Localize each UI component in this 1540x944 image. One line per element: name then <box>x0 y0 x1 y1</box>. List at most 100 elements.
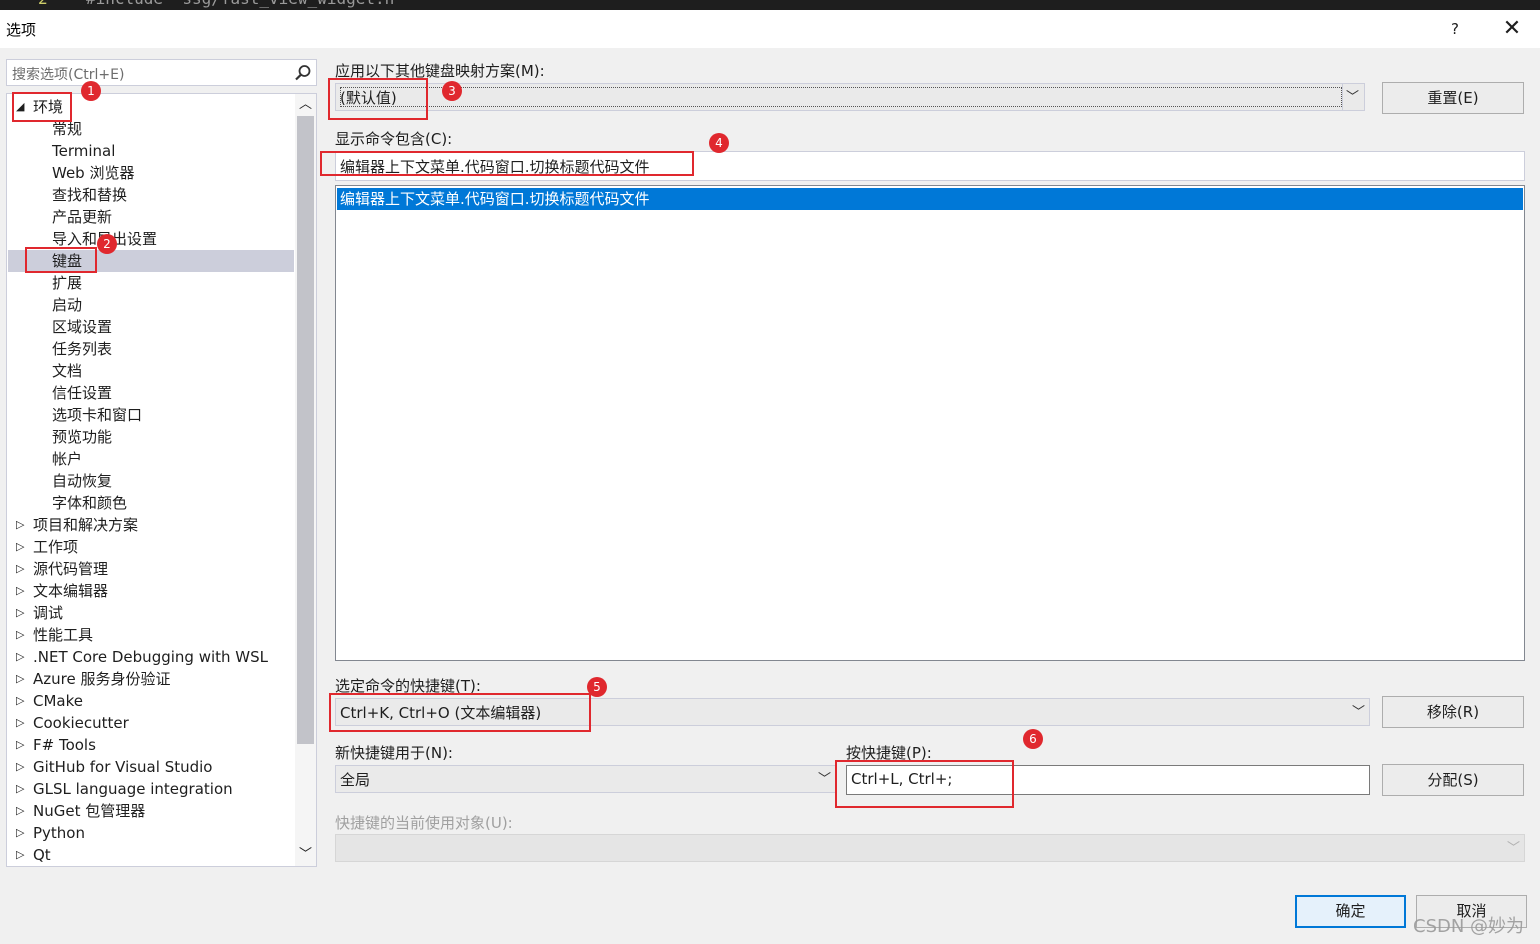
tree-item-root[interactable]: ▷ GLSL language integration <box>8 778 294 800</box>
tree-item-child[interactable]: 预览功能 <box>8 426 294 448</box>
tree-item-label: 调试 <box>33 604 64 622</box>
collapsed-triangle-icon[interactable]: ▷ <box>16 558 28 580</box>
show-commands-input[interactable]: 编辑器上下文菜单.代码窗口.切换标题代码文件 <box>335 151 1525 181</box>
assign-button[interactable]: 分配(S) <box>1382 764 1524 796</box>
press-keys-input[interactable]: Ctrl+L, Ctrl+; <box>846 765 1370 795</box>
tree-item-root[interactable]: ▷ 工作项 <box>8 536 294 558</box>
tree-item-root[interactable]: ▷ GitHub for Visual Studio <box>8 756 294 778</box>
chevron-down-icon: ﹀ <box>1345 90 1359 105</box>
mapping-dropdown-arrow[interactable]: ﹀ <box>1342 84 1364 110</box>
tree-item-label: 文本编辑器 <box>33 582 109 600</box>
collapsed-triangle-icon[interactable]: ▷ <box>16 668 28 690</box>
annotation-marker-3: 3 <box>442 81 462 101</box>
tree-item-root[interactable]: ▷ .NET Core Debugging with WSL <box>8 646 294 668</box>
tree-item-root[interactable]: ▷ F# Tools <box>8 734 294 756</box>
tree-item-root[interactable]: ▷ 源代码管理 <box>8 558 294 580</box>
currently-used-label: 快捷键的当前使用对象(U): <box>335 814 513 832</box>
tree-item-child[interactable]: 查找和替换 <box>8 184 294 206</box>
close-button[interactable]: ✕ <box>1494 16 1530 42</box>
scroll-thumb[interactable] <box>297 116 314 744</box>
tree-item-root[interactable]: ▷ 项目和解决方案 <box>8 514 294 536</box>
tree-item-label: 启动 <box>52 296 83 314</box>
tree-item-child[interactable]: Web 浏览器 <box>8 162 294 184</box>
tree-item-child[interactable]: 区域设置 <box>8 316 294 338</box>
collapsed-triangle-icon[interactable]: ▷ <box>16 690 28 712</box>
annotation-marker-5: 5 <box>587 677 607 697</box>
tree-item-label: 常规 <box>52 120 83 138</box>
options-tree[interactable]: ◢ 环境常规 Terminal Web 浏览器查找和替换产品更新导入和导出设置键盘扩展… <box>6 93 317 867</box>
command-list-item[interactable]: 编辑器上下文菜单.代码窗口.切换标题代码文件 <box>337 188 1523 210</box>
help-button[interactable]: ? <box>1440 20 1470 40</box>
tree-item-label: Azure 服务身份验证 <box>33 670 171 688</box>
tree-item-label: NuGet 包管理器 <box>33 802 146 820</box>
chevron-down-icon: ﹀ <box>817 772 831 787</box>
currently-used-dropdown: ﹀ <box>335 834 1525 862</box>
tree-item-child[interactable]: 信任设置 <box>8 382 294 404</box>
tree-item-root[interactable]: ▷ Azure 服务身份验证 <box>8 668 294 690</box>
tree-item-label: 查找和替换 <box>52 186 128 204</box>
tree-item-label: 选项卡和窗口 <box>52 406 143 424</box>
tree-item-child[interactable]: Terminal <box>8 140 294 162</box>
scroll-down-icon[interactable]: ﹀ <box>295 844 316 866</box>
chevron-down-icon: ﹀ <box>1506 841 1520 856</box>
collapsed-triangle-icon[interactable]: ▷ <box>16 756 28 778</box>
scroll-up-icon[interactable]: ︿ <box>295 94 316 116</box>
tree-item-child[interactable]: 产品更新 <box>8 206 294 228</box>
tree-item-label: 预览功能 <box>52 428 113 446</box>
collapsed-triangle-icon[interactable]: ▷ <box>16 646 28 668</box>
tree-item-root[interactable]: ▷ 性能工具 <box>8 624 294 646</box>
tree-item-root[interactable]: ▷ 调试 <box>8 602 294 624</box>
use-in-label: 新快捷键用于(N): <box>335 744 453 762</box>
remove-button[interactable]: 移除(R) <box>1382 696 1524 728</box>
collapsed-triangle-icon[interactable]: ▷ <box>16 580 28 602</box>
tree-item-child[interactable]: 帐户 <box>8 448 294 470</box>
tree-item-root[interactable]: ▷ CMake <box>8 690 294 712</box>
tree-item-label: F# Tools <box>33 736 96 754</box>
tree-item-label: GLSL language integration <box>33 780 233 798</box>
tree-item-root[interactable]: ▷ Cookiecutter <box>8 712 294 734</box>
tree-item-child[interactable]: 扩展 <box>8 272 294 294</box>
collapsed-triangle-icon[interactable]: ▷ <box>16 800 28 822</box>
tree-item-root[interactable]: ▷ NuGet 包管理器 <box>8 800 294 822</box>
tree-item-root-expanded[interactable]: ◢ 环境 <box>8 96 294 118</box>
collapsed-triangle-icon[interactable]: ▷ <box>16 844 28 866</box>
tree-item-label: 项目和解决方案 <box>33 516 139 534</box>
tree-item-child[interactable]: 选项卡和窗口 <box>8 404 294 426</box>
use-in-dropdown[interactable]: 全局 ﹀ <box>335 765 836 793</box>
search-input[interactable]: 搜索选项(Ctrl+E) <box>6 59 317 86</box>
tree-item-root[interactable]: ▷ Qt <box>8 844 294 866</box>
tree-item-root[interactable]: ▷ 文本编辑器 <box>8 580 294 602</box>
tree-item-child[interactable]: 文档 <box>8 360 294 382</box>
tree-item-child[interactable]: 导入和导出设置 <box>8 228 294 250</box>
tree-item-child[interactable]: 键盘 <box>8 250 294 272</box>
mapping-scheme-dropdown[interactable]: (默认值) ﹀ <box>335 83 1365 111</box>
shortcuts-dropdown[interactable]: Ctrl+K, Ctrl+O (文本编辑器) ﹀ <box>335 698 1370 726</box>
tree-item-child[interactable]: 常规 <box>8 118 294 140</box>
tree-item-child[interactable]: 任务列表 <box>8 338 294 360</box>
search-icon[interactable] <box>293 63 313 83</box>
tree-item-label: 任务列表 <box>52 340 113 358</box>
tree-item-label: Python <box>33 824 85 842</box>
tree-scrollbar[interactable]: ︿ ﹀ <box>295 94 316 866</box>
collapsed-triangle-icon[interactable]: ▷ <box>16 536 28 558</box>
code-text: #include "ssg/fast_view_widget.h" <box>86 0 404 8</box>
reset-button[interactable]: 重置(E) <box>1382 82 1524 114</box>
tree-item-label: Web 浏览器 <box>52 164 135 182</box>
collapsed-triangle-icon[interactable]: ▷ <box>16 624 28 646</box>
tree-item-root[interactable]: ▷ Python <box>8 822 294 844</box>
expanded-triangle-icon[interactable]: ◢ <box>16 96 28 118</box>
watermark: CSDN @妙为 <box>1413 916 1525 937</box>
collapsed-triangle-icon[interactable]: ▷ <box>16 778 28 800</box>
tree-item-child[interactable]: 启动 <box>8 294 294 316</box>
collapsed-triangle-icon[interactable]: ▷ <box>16 734 28 756</box>
annotation-marker-4: 4 <box>709 133 729 153</box>
annotation-marker-1: 1 <box>81 81 101 101</box>
ok-button[interactable]: 确定 <box>1295 895 1406 928</box>
tree-item-child[interactable]: 自动恢复 <box>8 470 294 492</box>
collapsed-triangle-icon[interactable]: ▷ <box>16 602 28 624</box>
collapsed-triangle-icon[interactable]: ▷ <box>16 822 28 844</box>
command-list[interactable]: 编辑器上下文菜单.代码窗口.切换标题代码文件 <box>335 185 1525 661</box>
collapsed-triangle-icon[interactable]: ▷ <box>16 712 28 734</box>
tree-item-child[interactable]: 字体和颜色 <box>8 492 294 514</box>
collapsed-triangle-icon[interactable]: ▷ <box>16 514 28 536</box>
